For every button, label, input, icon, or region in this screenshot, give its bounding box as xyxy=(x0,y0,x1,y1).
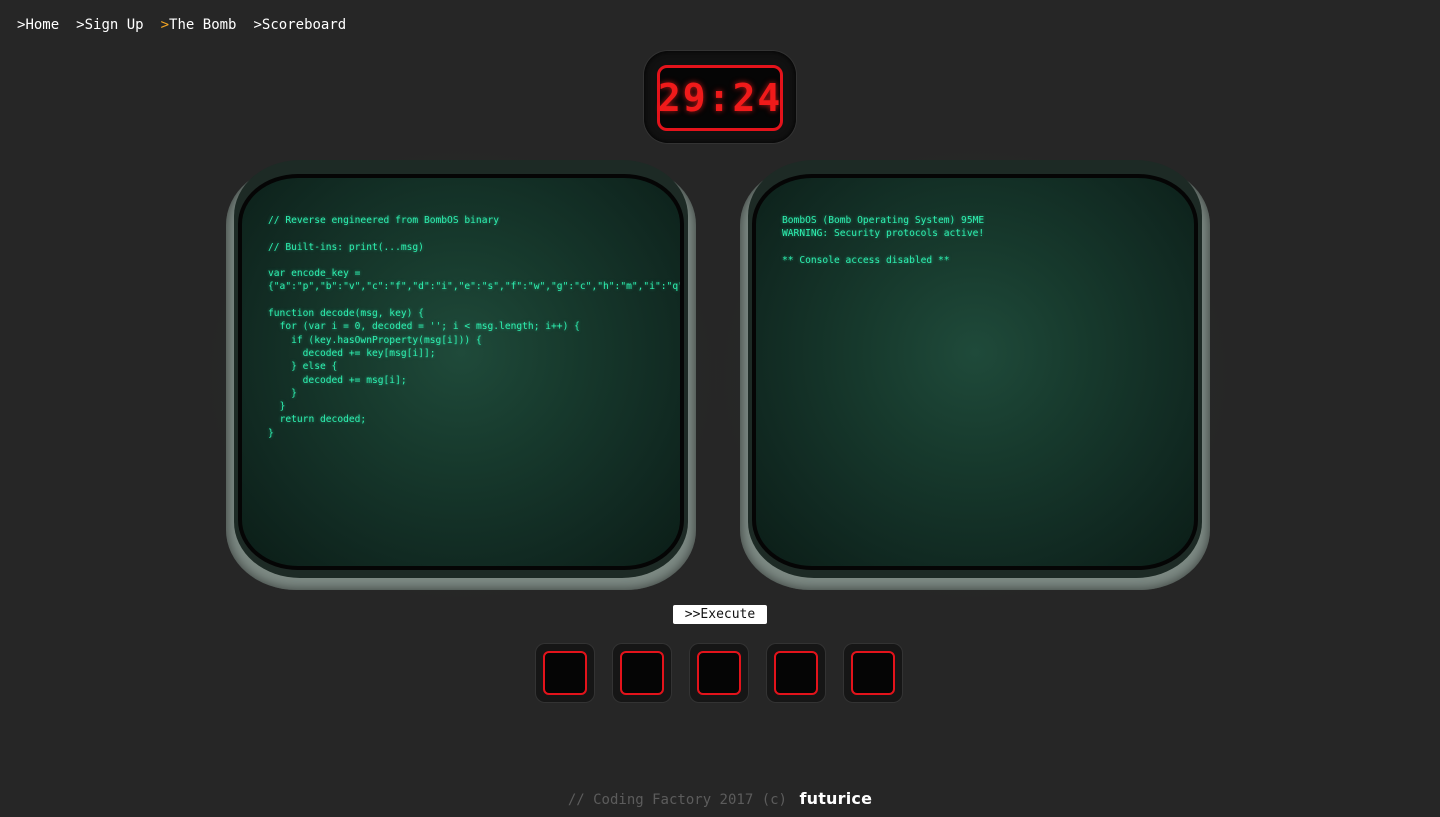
nav-label: The Bomb xyxy=(169,17,237,33)
key-slot[interactable] xyxy=(690,644,748,702)
nav-link-sign-up[interactable]: >Sign Up xyxy=(76,17,143,33)
nav-label: Sign Up xyxy=(84,17,144,33)
key-slot-led xyxy=(697,651,741,695)
nav-caret: > xyxy=(160,17,170,33)
timer-display: 29:24 xyxy=(657,65,783,131)
nav-link-home[interactable]: >Home xyxy=(17,17,59,33)
key-slot[interactable] xyxy=(613,644,671,702)
top-nav: >Home >Sign Up >The Bomb >Scoreboard xyxy=(17,17,346,33)
futurice-logo[interactable]: futurice xyxy=(799,789,872,808)
console-screen: BombOS (Bomb Operating System) 95ME WARN… xyxy=(710,140,1240,610)
key-slot[interactable] xyxy=(767,644,825,702)
crt-display[interactable]: // Reverse engineered from BombOS binary… xyxy=(238,174,684,570)
key-slots xyxy=(536,644,902,702)
key-slot[interactable] xyxy=(844,644,902,702)
footer-text: // Coding Factory 2017 (c) xyxy=(567,792,787,808)
footer: // Coding Factory 2017 (c) futurice xyxy=(0,789,1440,808)
nav-label: Scoreboard xyxy=(261,17,347,33)
nav-link-the-bomb[interactable]: >The Bomb xyxy=(161,17,237,33)
nav-label: Home xyxy=(25,17,60,33)
key-slot-led xyxy=(620,651,664,695)
console-text: BombOS (Bomb Operating System) 95ME WARN… xyxy=(782,215,985,266)
crt-display: BombOS (Bomb Operating System) 95ME WARN… xyxy=(752,174,1198,570)
key-slot-led xyxy=(543,651,587,695)
timer-digits: 29:24 xyxy=(657,76,783,120)
code-text[interactable]: // Reverse engineered from BombOS binary… xyxy=(268,214,680,440)
bomb-page: >Home >Sign Up >The Bomb >Scoreboard 29:… xyxy=(0,0,1440,817)
execute-button[interactable]: >>Execute xyxy=(673,605,767,624)
countdown-timer: 29:24 xyxy=(644,51,796,143)
nav-caret: > xyxy=(253,17,262,33)
nav-caret: > xyxy=(76,17,85,33)
code-screen: // Reverse engineered from BombOS binary… xyxy=(196,140,726,610)
key-slot-led xyxy=(774,651,818,695)
nav-link-scoreboard[interactable]: >Scoreboard xyxy=(253,17,346,33)
key-slot-led xyxy=(851,651,895,695)
key-slot[interactable] xyxy=(536,644,594,702)
